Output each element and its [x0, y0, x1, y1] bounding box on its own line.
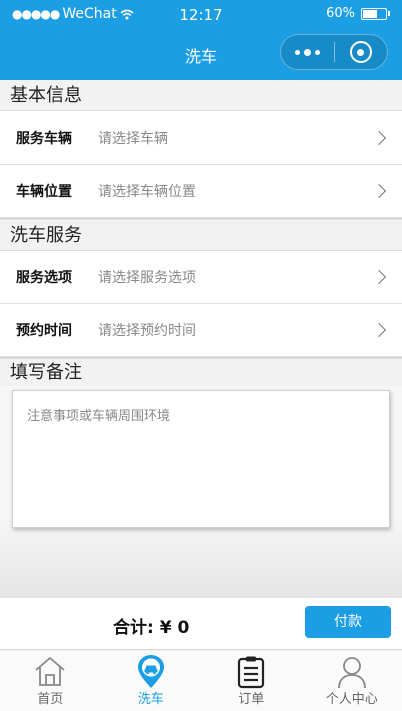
pay-bar: 合计: ¥ 0 付款: [0, 598, 402, 650]
row-label: 车辆位置: [16, 184, 72, 200]
row-placeholder: 请选择服务选项: [98, 270, 196, 286]
row-label: 服务车辆: [16, 130, 72, 147]
remark-placeholder: 注意事项或车辆周围环境: [27, 409, 171, 424]
row-placeholder: 请选择车辆: [98, 130, 168, 147]
tab-label: 个人中心: [325, 692, 378, 707]
tab-car-wash[interactable]: 洗车: [101, 651, 202, 711]
home-icon: [35, 657, 65, 686]
top-bar: ●●●●● WeChat 12:17 60% 洗车: [0, 0, 402, 80]
remark-textarea[interactable]: 注意事项或车辆周围环境: [12, 390, 390, 528]
tab-home[interactable]: 首页: [0, 651, 101, 711]
miniprogram-capsule: [280, 34, 388, 70]
tab-bar: 首页 洗车 订单 个人中心: [0, 651, 402, 711]
chevron-right-icon: [371, 322, 387, 338]
remark-area: 注意事项或车辆周围环境: [0, 386, 402, 598]
chevron-right-icon: [371, 269, 387, 285]
more-menu-icon[interactable]: [281, 48, 334, 56]
battery-icon: [361, 7, 387, 20]
row-placeholder: 请选择预约时间: [98, 323, 196, 339]
section-remark: 填写备注: [0, 359, 402, 386]
battery-percent: 60%: [326, 6, 355, 21]
row-appointment-time[interactable]: 预约时间 请选择预约时间: [0, 304, 402, 357]
total-amount: 合计: ¥ 0: [113, 618, 190, 638]
row-service-vehicle[interactable]: 服务车辆 请选择车辆: [0, 111, 402, 165]
tab-profile[interactable]: 个人中心: [302, 651, 402, 711]
section-wash-service: 洗车服务: [0, 220, 402, 251]
tab-orders[interactable]: 订单: [201, 651, 302, 711]
chevron-right-icon: [371, 183, 387, 199]
row-vehicle-location[interactable]: 车辆位置 请选择车辆位置: [0, 165, 402, 218]
tab-label: 洗车: [137, 692, 164, 707]
status-bar: ●●●●● WeChat 12:17 60%: [0, 0, 402, 30]
pay-button[interactable]: 付款: [305, 606, 391, 638]
user-icon: [337, 657, 366, 689]
section-basic-info: 基本信息: [0, 80, 402, 111]
tab-label: 首页: [37, 692, 64, 707]
row-label: 预约时间: [16, 323, 72, 339]
row-label: 服务选项: [16, 270, 72, 286]
tab-label: 订单: [238, 692, 265, 707]
row-service-option[interactable]: 服务选项 请选择服务选项: [0, 251, 402, 304]
chevron-right-icon: [371, 130, 387, 145]
orders-icon: [238, 656, 265, 689]
battery-info: 60%: [326, 6, 390, 21]
close-miniprogram-icon[interactable]: [334, 41, 387, 63]
row-placeholder: 请选择车辆位置: [98, 184, 196, 200]
car-wash-pin-icon: [137, 655, 164, 688]
